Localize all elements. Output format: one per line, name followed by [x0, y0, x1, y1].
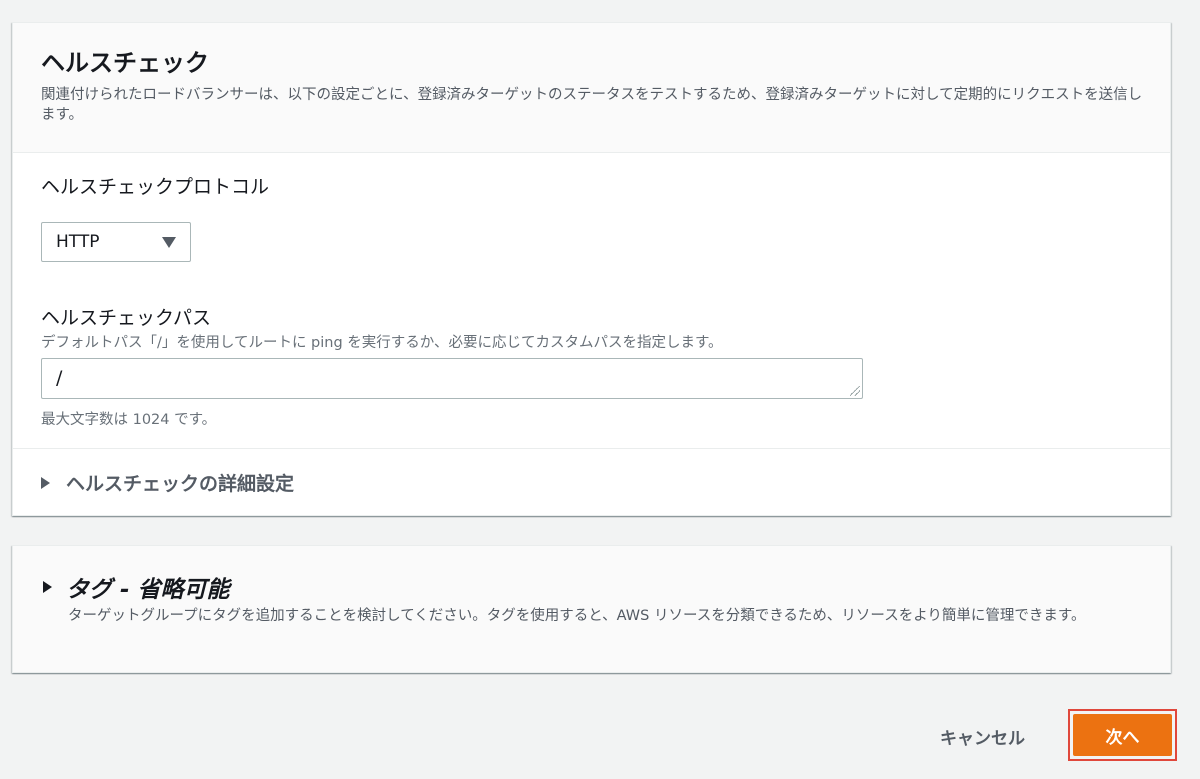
section-divider — [13, 448, 1170, 449]
next-button[interactable]: 次へ — [1073, 714, 1172, 756]
tags-description: ターゲットグループにタグを追加することを検討してください。タグを使用すると、AW… — [68, 608, 1086, 624]
health-check-description: 関連付けられたロードバランサーは、以下の設定ごとに、登録済みターゲットのステータ… — [41, 87, 1143, 123]
health-check-header: ヘルスチェック 関連付けられたロードバランサーは、以下の設定ごとに、登録済みター… — [13, 23, 1170, 153]
health-check-title: ヘルスチェック — [41, 49, 209, 77]
advanced-settings-expander[interactable]: ヘルスチェックの詳細設定 — [41, 469, 294, 496]
path-constraint: 最大文字数は 1024 です。 — [41, 412, 217, 428]
tags-title: タグ - 省略可能 — [66, 577, 230, 603]
path-input[interactable]: / — [41, 358, 863, 399]
advanced-settings-label: ヘルスチェックの詳細設定 — [66, 473, 295, 495]
protocol-select[interactable]: HTTP — [41, 222, 191, 262]
next-button-highlight: 次へ — [1068, 709, 1177, 761]
path-hint: デフォルトパス「/」を使用してルートに ping を実行するか、必要に応じてカス… — [41, 335, 723, 351]
caret-down-icon — [162, 236, 176, 248]
cancel-button[interactable]: キャンセル — [920, 720, 1045, 752]
tags-panel: タグ - 省略可能 ターゲットグループにタグを追加することを検討してください。タ… — [12, 545, 1171, 673]
path-input-value: / — [56, 367, 63, 389]
protocol-selected-value: HTTP — [56, 232, 100, 252]
health-check-panel: ヘルスチェック 関連付けられたロードバランサーは、以下の設定ごとに、登録済みター… — [12, 22, 1171, 516]
path-label: ヘルスチェックパス — [41, 307, 212, 329]
triangle-right-icon — [41, 476, 50, 489]
tags-expander[interactable]: タグ - 省略可能 — [43, 570, 230, 604]
triangle-right-icon — [43, 581, 52, 593]
resize-handle-icon[interactable] — [850, 386, 860, 396]
protocol-label: ヘルスチェックプロトコル — [41, 176, 270, 198]
